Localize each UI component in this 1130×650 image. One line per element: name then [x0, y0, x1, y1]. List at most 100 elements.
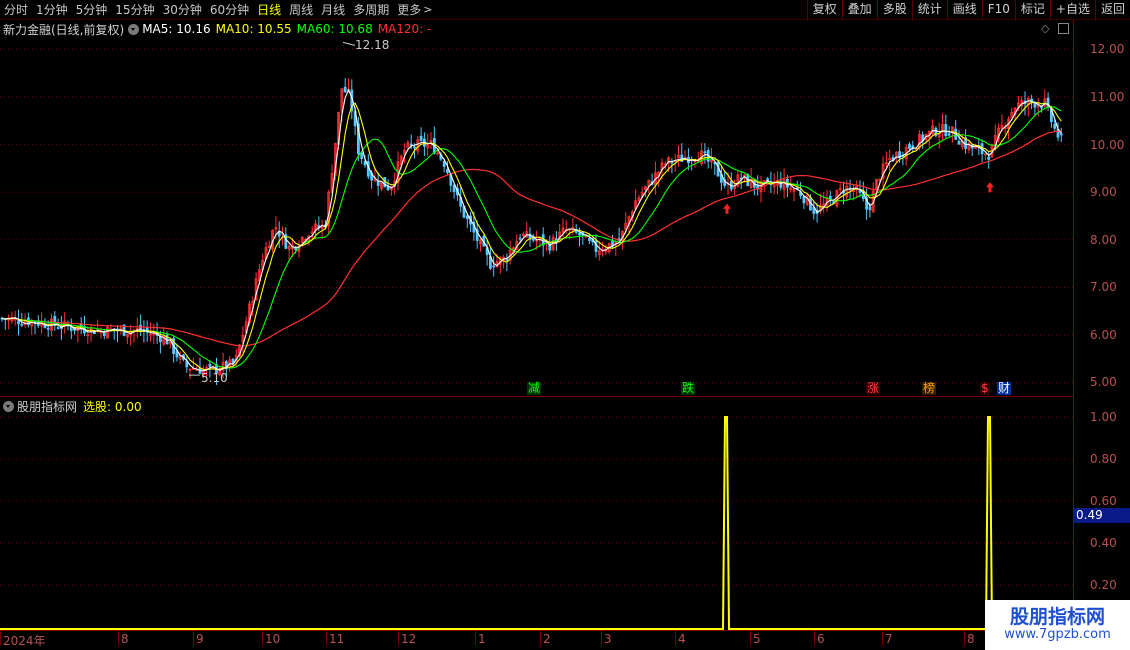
candle-body	[446, 168, 449, 173]
time-label: 10	[265, 632, 281, 646]
period-intraday[interactable]: 分时	[0, 0, 32, 20]
time-tick-mark	[193, 631, 194, 645]
event-tag-dollar[interactable]: $	[980, 382, 990, 395]
price-axis-line	[1073, 20, 1074, 630]
event-tag-list[interactable]: 榜	[922, 382, 937, 395]
candlesticks	[0, 78, 1063, 385]
period-multi[interactable]: 多周期	[349, 0, 393, 20]
time-label: 1	[478, 632, 486, 646]
add-watchlist-button[interactable]: +自选	[1049, 0, 1095, 20]
candle-body	[947, 133, 951, 136]
time-label: 2024年	[3, 634, 46, 648]
time-tick-mark	[398, 631, 399, 645]
candle-body	[208, 363, 212, 367]
selection-signal-line	[0, 416, 1073, 630]
indicator-value: 选股: 0.00	[83, 399, 142, 414]
period-1min[interactable]: 1分钟	[32, 0, 72, 20]
time-tick-mark	[118, 631, 119, 645]
chevron-right-icon[interactable]: >	[423, 3, 432, 16]
candle-body	[588, 238, 591, 241]
period-weekly[interactable]: 周线	[285, 0, 317, 20]
candle-body	[452, 184, 456, 192]
candle-body	[46, 327, 50, 330]
price-tick: 10.00	[1090, 138, 1125, 152]
time-label: 12	[401, 632, 417, 646]
time-tick-mark	[750, 631, 751, 645]
ma5-line	[1, 88, 1062, 372]
time-label: 11	[329, 632, 345, 646]
period-more[interactable]: 更多	[393, 0, 425, 20]
time-tick-mark	[0, 631, 1, 645]
period-15min[interactable]: 15分钟	[111, 0, 158, 20]
indicator-tick: 1.00	[1090, 410, 1117, 424]
overlay-button[interactable]: 叠加	[841, 0, 877, 20]
event-tag-reduce[interactable]: 减	[527, 382, 542, 395]
candle-body	[1033, 102, 1037, 108]
time-tick-mark	[262, 631, 263, 645]
candle-body	[944, 124, 948, 137]
candle-body	[957, 140, 961, 145]
time-tick-mark	[326, 631, 327, 645]
tool-buttons: 复权 叠加 多股 统计 画线 F10 标记 +自选 返回	[806, 0, 1130, 20]
indicator-menu-icon[interactable]	[3, 400, 14, 412]
low-price-label: 5.10	[201, 371, 228, 385]
candle-body	[908, 143, 911, 149]
watermark: 股朋指标网 www.7gpzb.com	[985, 600, 1130, 650]
candle-body	[578, 232, 581, 236]
indicator-tick: 0.40	[1090, 536, 1117, 550]
candle-body	[360, 152, 364, 159]
period-60min[interactable]: 60分钟	[206, 0, 253, 20]
period-daily[interactable]: 日线	[253, 0, 285, 20]
event-tag-finance[interactable]: 财	[997, 382, 1012, 395]
time-axis: 2024年 8 9 10 11 12 1 2 3 4 5 6 7 8	[0, 630, 1073, 650]
indicator-tick: 0.20	[1090, 578, 1117, 592]
up-arrow-icon	[986, 182, 994, 193]
statistics-button[interactable]: 统计	[911, 0, 947, 20]
time-label: 8	[967, 632, 975, 646]
mark-button[interactable]: 标记	[1014, 0, 1050, 20]
period-30min[interactable]: 30分钟	[159, 0, 206, 20]
time-label: 9	[196, 632, 204, 646]
candle-body	[442, 161, 446, 167]
back-button[interactable]: 返回	[1094, 0, 1130, 20]
price-tick: 7.00	[1090, 280, 1117, 294]
kline-chart[interactable]	[0, 20, 1073, 630]
time-label: 8	[121, 632, 129, 646]
high-pointer-line	[342, 41, 356, 46]
up-arrow-icon	[723, 203, 731, 214]
time-tick-mark	[540, 631, 541, 645]
price-grid	[0, 48, 1073, 586]
time-label: 4	[678, 632, 686, 646]
event-tag-drop[interactable]: 跌	[681, 382, 696, 395]
time-tick-mark	[964, 631, 965, 645]
candle-body	[1053, 123, 1057, 129]
moving-average-lines	[1, 88, 1062, 372]
indicator-panel-header: 股朋指标网 选股: 0.00	[3, 398, 142, 414]
price-tick: 6.00	[1090, 328, 1117, 342]
candle-body	[413, 146, 416, 149]
time-label: 5	[753, 632, 761, 646]
price-tick: 12.00	[1090, 42, 1125, 56]
period-monthly[interactable]: 月线	[317, 0, 349, 20]
event-tag-rise[interactable]: 涨	[866, 382, 881, 395]
watermark-url: www.7gpzb.com	[1004, 627, 1111, 642]
watermark-title: 股朋指标网	[1009, 606, 1105, 628]
candle-body	[987, 156, 991, 160]
multi-stock-button[interactable]: 多股	[876, 0, 912, 20]
candle-body	[409, 143, 413, 146]
candle-body	[1040, 106, 1043, 109]
time-tick-mark	[675, 631, 676, 645]
restore-rights-button[interactable]: 复权	[806, 0, 842, 20]
candle-body	[548, 242, 552, 251]
period-5min[interactable]: 5分钟	[72, 0, 112, 20]
draw-line-button[interactable]: 画线	[946, 0, 982, 20]
ma60-line	[1, 106, 1062, 369]
indicator-title[interactable]: 股朋指标网	[17, 398, 77, 415]
candle-body	[20, 323, 24, 326]
candle-body	[518, 237, 522, 240]
high-price-label: 12.18	[355, 38, 390, 52]
f10-button[interactable]: F10	[981, 0, 1015, 20]
price-tick: 11.00	[1090, 90, 1125, 104]
time-tick-mark	[475, 631, 476, 645]
candle-body	[56, 327, 60, 329]
